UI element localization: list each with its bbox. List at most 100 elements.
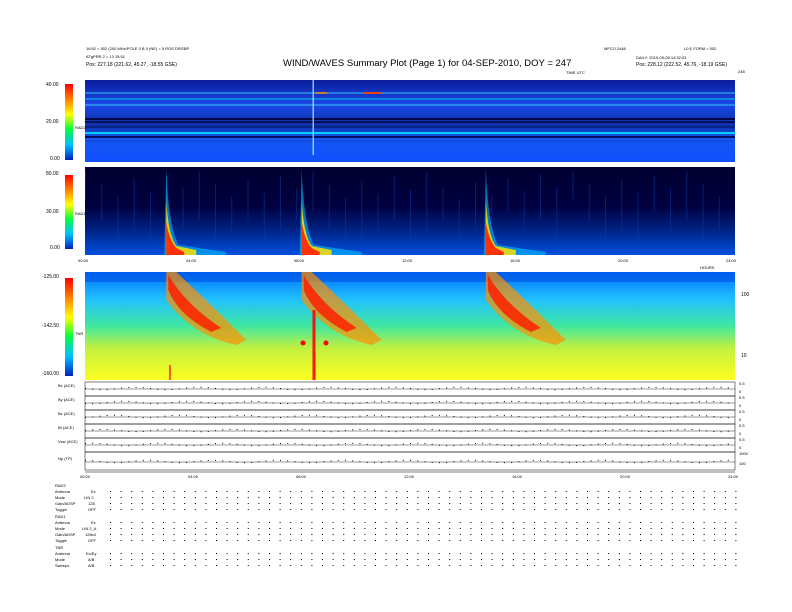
settings-dot [163, 491, 164, 492]
small-panel-point [171, 402, 173, 404]
small-panel-point [308, 388, 310, 390]
settings-dot [608, 534, 610, 535]
small-panel-point [496, 461, 498, 463]
page-title: WIND/WAVES Summary Plot (Page 1) for 04-… [283, 58, 572, 69]
settings-dot [131, 540, 133, 541]
small-panel-point [424, 402, 426, 404]
settings-dot [735, 559, 737, 560]
small-panel-point [475, 443, 476, 445]
settings-dot [682, 534, 684, 535]
small-panel-point [402, 417, 404, 419]
np-label: Np (TP) [58, 456, 72, 461]
settings-dot [216, 534, 217, 535]
small-panel-point [200, 444, 202, 446]
settings-dot [661, 540, 663, 541]
small-panel-point [561, 428, 563, 430]
small-panel-point [186, 387, 188, 389]
small-panel-point [207, 430, 209, 432]
settings-dot [523, 491, 525, 492]
rad2-label: RAD2 [75, 125, 86, 130]
small-panel-point [186, 461, 188, 463]
settings-dot [163, 559, 164, 560]
settings-dot [110, 565, 111, 566]
settings-dot [470, 503, 472, 504]
settings-dot [322, 528, 323, 529]
small-panel-point [171, 443, 173, 445]
settings-dot [640, 540, 641, 541]
small-panel-point [525, 444, 527, 446]
settings-dot [438, 491, 440, 492]
rad1-setting-val-0: Ex [91, 520, 96, 525]
rad2-hot-streak [315, 92, 328, 94]
settings-dot [618, 491, 620, 492]
small-panel-point [113, 429, 115, 431]
small-panel-point [475, 459, 476, 461]
settings-dot [237, 565, 239, 566]
settings-dot [534, 522, 535, 523]
small-panel-point [511, 400, 513, 402]
settings-dot [184, 540, 186, 541]
rad1-striation [393, 177, 395, 220]
settings-dot [205, 497, 207, 498]
settings-dot [491, 540, 493, 541]
settings-dot [512, 497, 514, 498]
settings-dot [290, 540, 292, 541]
small-panel-point [265, 416, 267, 418]
bottom-tick-1: 04:00 [188, 474, 199, 479]
settings-dot [576, 497, 578, 498]
settings-dot [608, 540, 610, 541]
small-panel-point [424, 389, 426, 391]
small-panel-point [641, 387, 643, 389]
settings-dot [152, 565, 154, 566]
settings-dot [534, 534, 535, 535]
settings-dot [322, 497, 323, 498]
settings-dot [523, 497, 525, 498]
settings-dot [428, 540, 429, 541]
settings-dot [311, 491, 313, 492]
settings-dot [512, 522, 514, 523]
small-panel-point [626, 414, 628, 416]
settings-dot [491, 503, 493, 504]
small-panel-point [590, 460, 592, 462]
small-panel-point [691, 443, 693, 445]
settings-dot [110, 503, 111, 504]
small-panel-point [597, 443, 599, 445]
settings-dot [671, 528, 673, 529]
small-panel-point [337, 417, 339, 419]
header-info-line1: 16:52 = 502 (200 MHz/POLE 0 B 0 (NE) = 5… [86, 46, 190, 51]
settings-dot [131, 565, 133, 566]
small-panel-point [373, 414, 375, 416]
settings-dot [661, 503, 663, 504]
settings-dot [194, 528, 196, 529]
settings-dot [375, 534, 376, 535]
settings-dot [502, 565, 504, 566]
small-panel-point [727, 402, 729, 404]
settings-dot [587, 503, 588, 504]
small-panel-point [388, 461, 390, 463]
small-panel-point [633, 388, 635, 390]
settings-dot [682, 559, 684, 560]
small-panel-point [540, 417, 541, 419]
settings-dot [131, 503, 133, 504]
settings-dot [534, 565, 535, 566]
settings-dot [714, 565, 716, 566]
small-panel-point [280, 459, 281, 461]
small-panel-point [467, 430, 469, 432]
small-panel-point [178, 444, 180, 446]
small-panel-point [193, 445, 195, 447]
settings-dot [163, 528, 164, 529]
settings-dot [449, 565, 451, 566]
settings-dot [629, 534, 631, 535]
rad2-hot-streak [363, 92, 382, 94]
settings-dot [131, 509, 133, 510]
settings-dot [332, 491, 334, 492]
small-panel-point [395, 460, 397, 462]
small-panel-point [345, 459, 346, 461]
small-panel-point [157, 460, 159, 462]
settings-dot [417, 559, 419, 560]
settings-dot [661, 491, 663, 492]
tnr-setting-key-1: Mode [55, 557, 66, 562]
settings-dot [269, 522, 270, 523]
settings-dot [406, 540, 408, 541]
small-panel-point [359, 402, 361, 404]
